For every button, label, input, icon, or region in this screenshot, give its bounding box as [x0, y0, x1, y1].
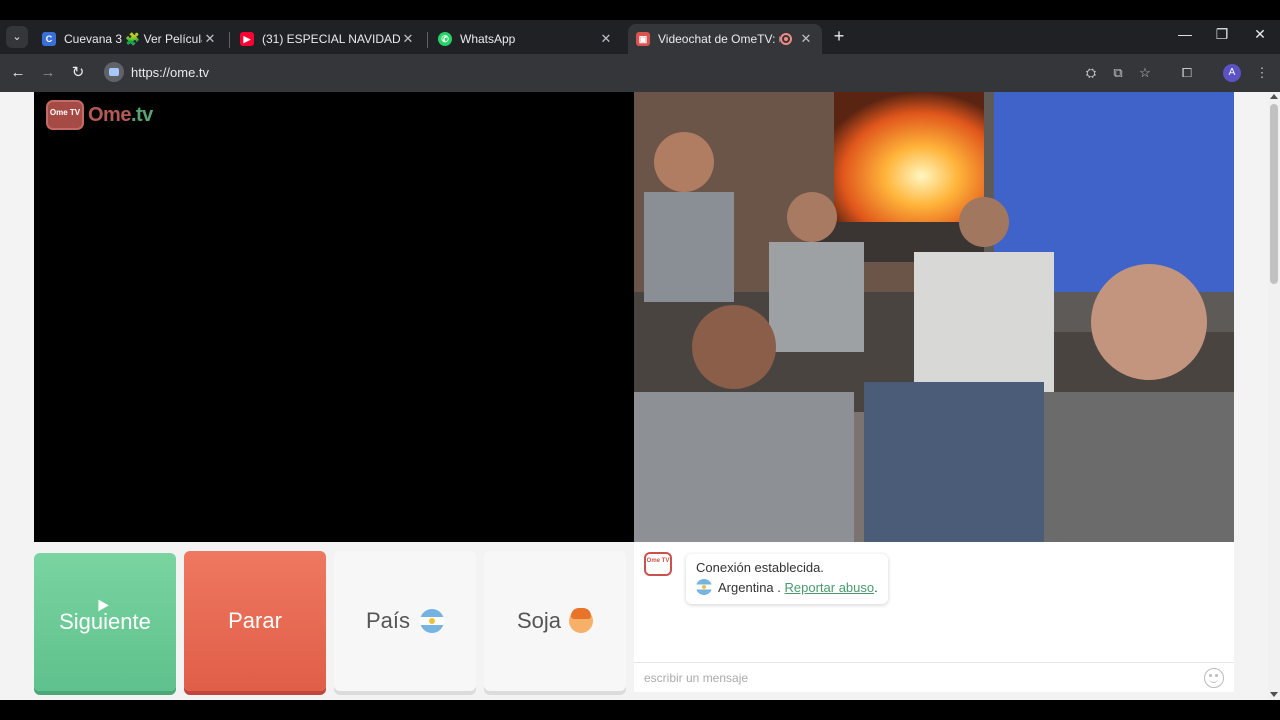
stop-button-label: Parar: [228, 608, 282, 633]
local-video: Ome TV Ome.tv: [34, 92, 634, 542]
logo-tv-icon: Ome TV: [46, 100, 84, 130]
tab-title: Cuevana 3 🧩 Ver Películas o Series: [64, 32, 202, 46]
tab-whatsapp[interactable]: ✆ WhatsApp ✕: [430, 24, 622, 54]
forward-arrow-icon[interactable]: →: [38, 63, 58, 83]
scroll-up-arrow-icon[interactable]: [1270, 94, 1278, 99]
country-button[interactable]: País: [334, 551, 476, 691]
next-button[interactable]: Siguiente: [34, 553, 176, 691]
ometv-logo[interactable]: Ome TV Ome.tv: [46, 100, 153, 130]
tab-title: WhatsApp: [460, 32, 516, 46]
argentina-flag-icon: [696, 579, 712, 595]
remote-video-frame: [634, 92, 1234, 542]
address-bar[interactable]: [100, 58, 1160, 88]
logo-brand: Ome: [88, 103, 131, 126]
url-text[interactable]: https://ome.tv: [131, 65, 209, 80]
recording-icon: [780, 33, 792, 45]
chat-message-input[interactable]: [634, 663, 1194, 693]
reload-icon[interactable]: ↻: [68, 63, 88, 83]
window-close-icon[interactable]: ✕: [1250, 26, 1270, 43]
tab-cuevana[interactable]: C Cuevana 3 🧩 Ver Películas o Series ✕: [34, 24, 226, 54]
system-message: Conexión establecida. Argentina . Report…: [686, 554, 888, 604]
minimize-icon[interactable]: —: [1175, 26, 1195, 42]
gender-button[interactable]: Soja: [484, 551, 626, 691]
connection-status-text: Conexión establecida.: [696, 560, 824, 575]
install-app-icon[interactable]: ⧉: [1109, 64, 1127, 82]
logo-tld: .tv: [130, 103, 153, 126]
page-viewport: Ome TV Ome.tv Siguiente Parar País Soja …: [0, 92, 1268, 700]
whatsapp-icon: ✆: [438, 32, 452, 46]
tab-title: (31) ESPECIAL NAVIDAD Un Pod: [262, 32, 400, 46]
report-abuse-link[interactable]: Reportar abuso: [785, 580, 875, 595]
new-tab-plus-icon[interactable]: +: [830, 26, 848, 47]
ometv-icon: ▣: [636, 32, 650, 46]
logo-wordmark: Ome.tv: [88, 104, 153, 127]
tab-ometv[interactable]: ▣ Videochat de OmeTV: una a ✕: [628, 24, 822, 54]
back-arrow-icon[interactable]: ←: [8, 63, 28, 83]
partner-info: Argentina . Reportar abuso.: [696, 578, 878, 598]
close-icon[interactable]: ✕: [598, 31, 614, 47]
cuevana-icon: C: [42, 32, 56, 46]
translate-icon[interactable]: ⛭: [1082, 64, 1100, 82]
boy-face-icon: [569, 608, 594, 633]
bookmark-star-icon[interactable]: ☆: [1136, 64, 1154, 82]
menu-kebab-icon[interactable]: ⋮: [1253, 64, 1271, 82]
next-button-label: Siguiente: [59, 609, 151, 634]
emoji-smiley-icon[interactable]: [1204, 668, 1224, 688]
youtube-icon: ▶: [240, 32, 254, 46]
chat-input-area: [634, 662, 1234, 693]
extensions-icon[interactable]: ⧠: [1178, 64, 1196, 82]
report-suffix: .: [874, 580, 878, 595]
gender-button-label: Soja: [516, 608, 562, 633]
screen-bottom-bar: [0, 700, 1280, 720]
tab-separator: [427, 32, 428, 48]
argentina-flag-icon: [420, 609, 445, 633]
tab-separator: [229, 32, 230, 48]
tab-strip: ⌄ C Cuevana 3 🧩 Ver Películas o Series ✕…: [0, 20, 1280, 54]
browser-toolbar: ← → ↻ https://ome.tv ⛭ ⧉ ☆ ⧠ A ⋮: [0, 54, 1280, 92]
page-scrollbar[interactable]: [1268, 92, 1280, 700]
tab-title: Videochat de OmeTV: una a: [658, 32, 780, 46]
scroll-down-arrow-icon[interactable]: [1270, 692, 1278, 697]
chat-panel: Ome TV Conexión establecida. Argentina .…: [634, 542, 1234, 693]
close-icon[interactable]: ✕: [798, 31, 814, 47]
profile-avatar[interactable]: A: [1223, 64, 1241, 82]
partner-country: Argentina: [718, 580, 774, 595]
tab-search-button[interactable]: ⌄: [6, 26, 28, 48]
screen-top-bar: [0, 0, 1280, 20]
close-icon[interactable]: ✕: [202, 31, 218, 47]
site-camera-icon[interactable]: [104, 62, 124, 82]
stop-button[interactable]: Parar: [184, 551, 326, 691]
separator-text: .: [773, 580, 785, 595]
tab-youtube[interactable]: ▶ (31) ESPECIAL NAVIDAD Un Pod ✕: [232, 24, 424, 54]
chat-ometv-logo-icon: Ome TV: [644, 552, 672, 576]
restore-icon[interactable]: ❐: [1212, 26, 1232, 43]
remote-video: [634, 92, 1234, 542]
scroll-thumb[interactable]: [1270, 104, 1278, 284]
close-icon[interactable]: ✕: [400, 31, 416, 47]
country-button-label: País: [365, 608, 411, 633]
